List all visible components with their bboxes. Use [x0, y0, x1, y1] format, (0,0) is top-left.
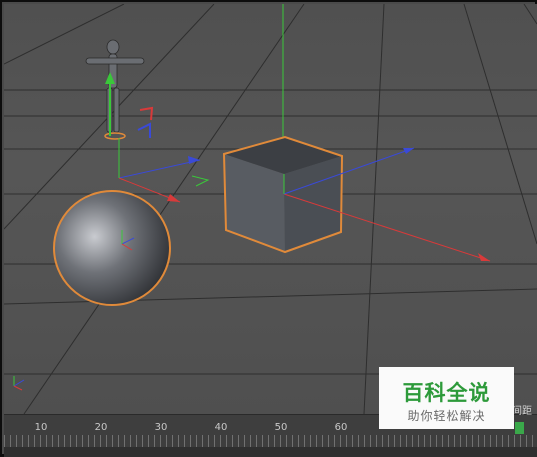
3d-viewport[interactable] — [4, 4, 537, 414]
playhead-marker[interactable] — [515, 422, 524, 434]
timeline-tick: 60 — [334, 422, 348, 433]
world-axis-icon — [13, 376, 25, 391]
timeline-tick: 30 — [154, 422, 168, 433]
watermark-badge: 百科全说 助你轻松解决 — [379, 367, 514, 429]
timeline-ruler[interactable] — [4, 435, 537, 447]
scene-canvas[interactable] — [4, 4, 537, 414]
cube-object[interactable] — [222, 135, 344, 254]
sphere-object[interactable] — [53, 190, 171, 306]
figure-axes — [118, 138, 210, 203]
spacing-label: 间距 — [512, 406, 532, 417]
cube-x-arrow — [478, 253, 490, 261]
app-window: 10 20 30 40 50 60 间距 百科全说 助你轻松解决 — [0, 0, 537, 457]
cube-z-arrow — [403, 148, 414, 154]
timeline-tick: 40 — [214, 422, 228, 433]
timeline-tick: 20 — [94, 422, 108, 433]
watermark-title: 百科全说 — [402, 381, 491, 405]
watermark-subtitle: 助你轻松解决 — [407, 409, 486, 423]
timeline-tick: 50 — [274, 422, 288, 433]
timeline-tick: 10 — [34, 422, 48, 433]
